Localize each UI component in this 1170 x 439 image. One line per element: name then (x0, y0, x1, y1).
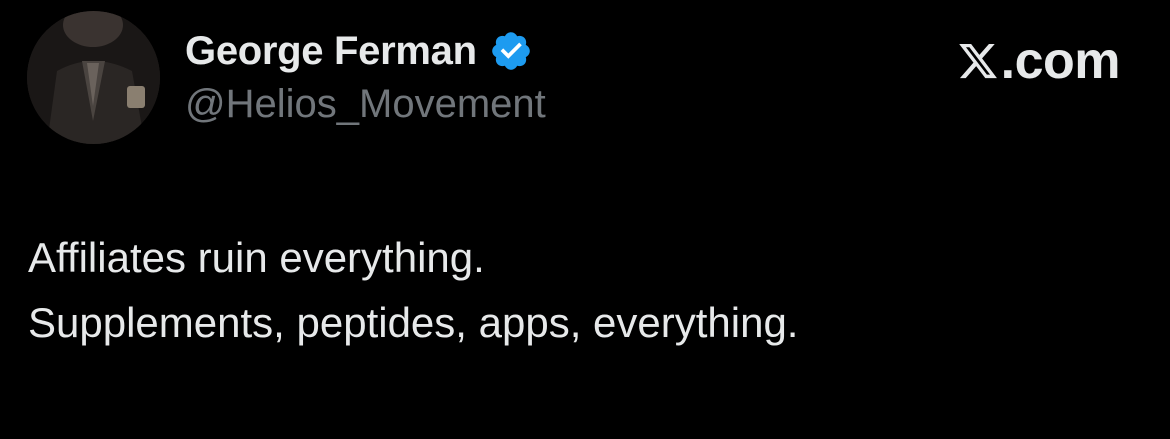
avatar[interactable] (27, 11, 160, 144)
verified-badge-icon (489, 29, 533, 73)
x-logo-icon (957, 40, 999, 82)
avatar-photo-icon (27, 11, 160, 144)
tweet-line: Affiliates ruin everything. (28, 234, 485, 281)
author-display-name[interactable]: George Ferman (185, 29, 477, 74)
author-name-row: George Ferman (185, 26, 533, 76)
brand-watermark: .com (957, 32, 1121, 90)
author-handle[interactable]: @Helios_Movement (185, 82, 546, 127)
brand-domain-text: .com (1000, 32, 1121, 90)
tweet-line: Supplements, peptides, apps, everything. (28, 299, 799, 346)
tweet-text: Affiliates ruin everything. Supplements,… (28, 225, 798, 355)
